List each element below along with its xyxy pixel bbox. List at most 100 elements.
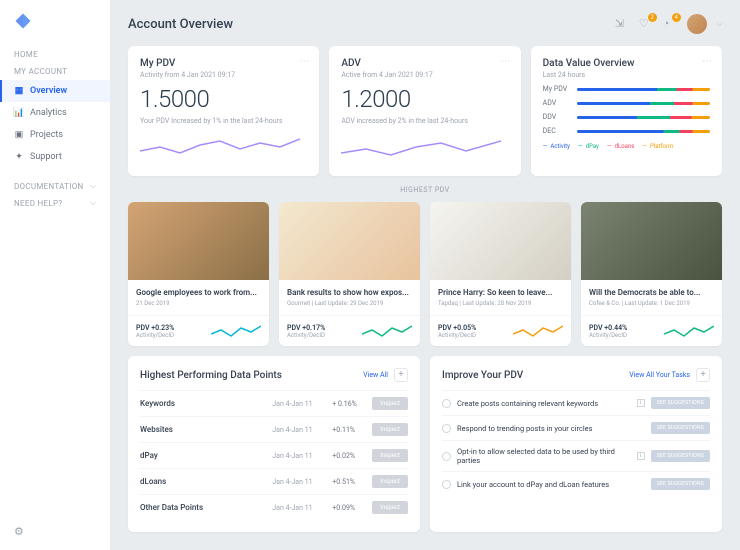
article-title: Prince Harry: So keen to leave... [438, 288, 563, 298]
inspect-button[interactable]: Inspect [372, 501, 408, 514]
dp-view-all[interactable]: View All [363, 371, 388, 379]
chevron-down-icon: ⌵ [90, 182, 96, 191]
adv-note: ADV increased by 2% in the last 24-hours [341, 117, 508, 125]
article-title: Bank results to show how expos... [287, 288, 412, 298]
bell-icon[interactable]: ♡2 [639, 17, 653, 31]
adv-sub: Active from 4 Jan 2021 09:17 [341, 71, 508, 79]
radio-icon[interactable] [442, 399, 451, 408]
dp-add-button[interactable]: + [394, 368, 408, 382]
improve-panel: Improve Your PDV View All Your Tasks + C… [430, 356, 722, 532]
improve-add-button[interactable]: + [696, 368, 710, 382]
task-row: Opt-in to allow selected data to be used… [442, 440, 710, 471]
highest-pdv-label: HIGHEST PDV [128, 186, 722, 194]
topbar: Account Overview ⇲ ♡2 ◔4 ⌵ [128, 14, 722, 34]
article-sparkline [513, 322, 563, 340]
more-icon[interactable]: ⋯ [501, 56, 511, 67]
suggestions-button[interactable]: SEE SUGGESTIONS [651, 450, 710, 462]
article-meta: Cofee & Co. | Last Update: 1 Dec 2019 [589, 300, 714, 307]
avatar[interactable] [687, 14, 707, 34]
chart-icon: 📊 [14, 108, 24, 118]
dv-row: DDV [543, 113, 710, 121]
suggestions-button[interactable]: SEE SUGGESTIONS [651, 397, 710, 409]
suggestions-button[interactable]: SEE SUGGESTIONS [651, 422, 710, 434]
dv-row: DEC [543, 127, 710, 135]
improve-view-all[interactable]: View All Your Tasks [629, 371, 690, 379]
inspect-button[interactable]: Inspect [372, 475, 408, 488]
more-icon[interactable]: ⋯ [299, 56, 309, 67]
nav-group-account[interactable]: MY ACCOUNT [0, 63, 110, 80]
article-image [128, 202, 269, 280]
data-point-row: dPayJan 4-Jan 11+0.02%Inspect [140, 442, 408, 468]
dv-legend: Activity dPay dLoans Platform [543, 143, 710, 150]
grid-icon: ▦ [14, 86, 24, 96]
inspect-button[interactable]: Inspect [372, 423, 408, 436]
dv-title: Data Value Overview [543, 58, 710, 69]
pdv-sparkline [140, 133, 300, 161]
radio-icon[interactable] [442, 452, 451, 461]
article-pdv-sub: Activity/DecID [589, 332, 627, 339]
radio-icon[interactable] [442, 480, 451, 489]
article-image [279, 202, 420, 280]
nav-group-docs[interactable]: DOCUMENTATION⌵ [0, 178, 110, 195]
chevron-down-icon: ⌵ [90, 199, 96, 208]
nav-projects[interactable]: ▣Projects [0, 124, 110, 146]
dv-sub: Last 24 hours [543, 71, 710, 79]
article-sparkline [664, 322, 714, 340]
dv-row: ADV [543, 99, 710, 107]
chevron-down-icon[interactable]: ⌵ [717, 20, 722, 29]
data-point-row: dLoansJan 4-Jan 11+0.51%Inspect [140, 468, 408, 494]
message-icon[interactable]: ◔4 [663, 17, 677, 31]
data-point-row: Other Data PointsJan 4-Jan 11+0.09%Inspe… [140, 494, 408, 520]
article-pdv: PDV +0.44% [589, 324, 627, 332]
article-title: Will the Democrats be able to... [589, 288, 714, 298]
inspect-button[interactable]: Inspect [372, 449, 408, 462]
pdv-card: ⋯ My PDV Activity from 4 Jan 2021 09:17 … [128, 46, 319, 176]
nav-overview[interactable]: ▦Overview [0, 80, 110, 102]
article-meta: Tapdaq | Last Update: 28 Nov 2019 [438, 300, 563, 307]
article-image [581, 202, 722, 280]
radio-icon[interactable] [442, 424, 451, 433]
data-points-panel: Highest Performing Data Points View All … [128, 356, 420, 532]
task-row: Respond to trending posts in your circle… [442, 415, 710, 440]
article-card[interactable]: Google employees to work from... 21 Dec … [128, 202, 269, 346]
article-card[interactable]: Prince Harry: So keen to leave... Tapdaq… [430, 202, 571, 346]
article-sparkline [211, 322, 261, 340]
more-icon[interactable]: ⋯ [702, 56, 712, 67]
gear-icon[interactable]: ⚙ [14, 525, 110, 538]
inspect-button[interactable]: Inspect [372, 397, 408, 410]
task-row: Link your account to dPay and dLoan feat… [442, 471, 710, 496]
page-title: Account Overview [128, 17, 233, 32]
article-image [430, 202, 571, 280]
data-point-row: WebsitesJan 4-Jan 11+0.11%Inspect [140, 416, 408, 442]
adv-title: ADV [341, 58, 508, 69]
adv-card: ⋯ ADV Active from 4 Jan 2021 09:17 1.200… [329, 46, 520, 176]
info-icon[interactable]: i [637, 452, 645, 460]
article-sparkline [362, 322, 412, 340]
task-row: Create posts containing relevant keyword… [442, 390, 710, 415]
pdv-title: My PDV [140, 58, 307, 69]
article-title: Google employees to work from... [136, 288, 261, 298]
nav-support[interactable]: ✦Support [0, 146, 110, 168]
info-icon[interactable]: i [637, 399, 645, 407]
article-meta: Gourmet | Last Update: 29 Dec 2019 [287, 300, 412, 307]
nav-group-help[interactable]: NEED HELP?⌵ [0, 195, 110, 212]
adv-value: 1.2000 [341, 85, 508, 113]
main-content: Account Overview ⇲ ♡2 ◔4 ⌵ ⋯ My PDV Acti… [110, 0, 740, 550]
article-card[interactable]: Will the Democrats be able to... Cofee &… [581, 202, 722, 346]
pdv-sub: Activity from 4 Jan 2021 09:17 [140, 71, 307, 79]
article-pdv-sub: Activity/DecID [287, 332, 325, 339]
sidebar: HOME MY ACCOUNT ▦Overview 📊Analytics ▣Pr… [0, 0, 110, 550]
pdv-value: 1.5000 [140, 85, 307, 113]
article-pdv-sub: Activity/DecID [438, 332, 476, 339]
data-point-row: KeywordsJan 4-Jan 11+ 0.16%Inspect [140, 390, 408, 416]
export-icon[interactable]: ⇲ [615, 17, 629, 31]
suggestions-button[interactable]: SEE SUGGESTIONS [651, 478, 710, 490]
folder-icon: ▣ [14, 130, 24, 140]
nav-analytics[interactable]: 📊Analytics [0, 102, 110, 124]
article-pdv: PDV +0.23% [136, 324, 174, 332]
nav-group-home[interactable]: HOME [0, 46, 110, 63]
article-card[interactable]: Bank results to show how expos... Gourme… [279, 202, 420, 346]
improve-title: Improve Your PDV [442, 370, 523, 381]
data-value-card: ⋯ Data Value Overview Last 24 hours My P… [531, 46, 722, 176]
article-pdv: PDV +0.05% [438, 324, 476, 332]
